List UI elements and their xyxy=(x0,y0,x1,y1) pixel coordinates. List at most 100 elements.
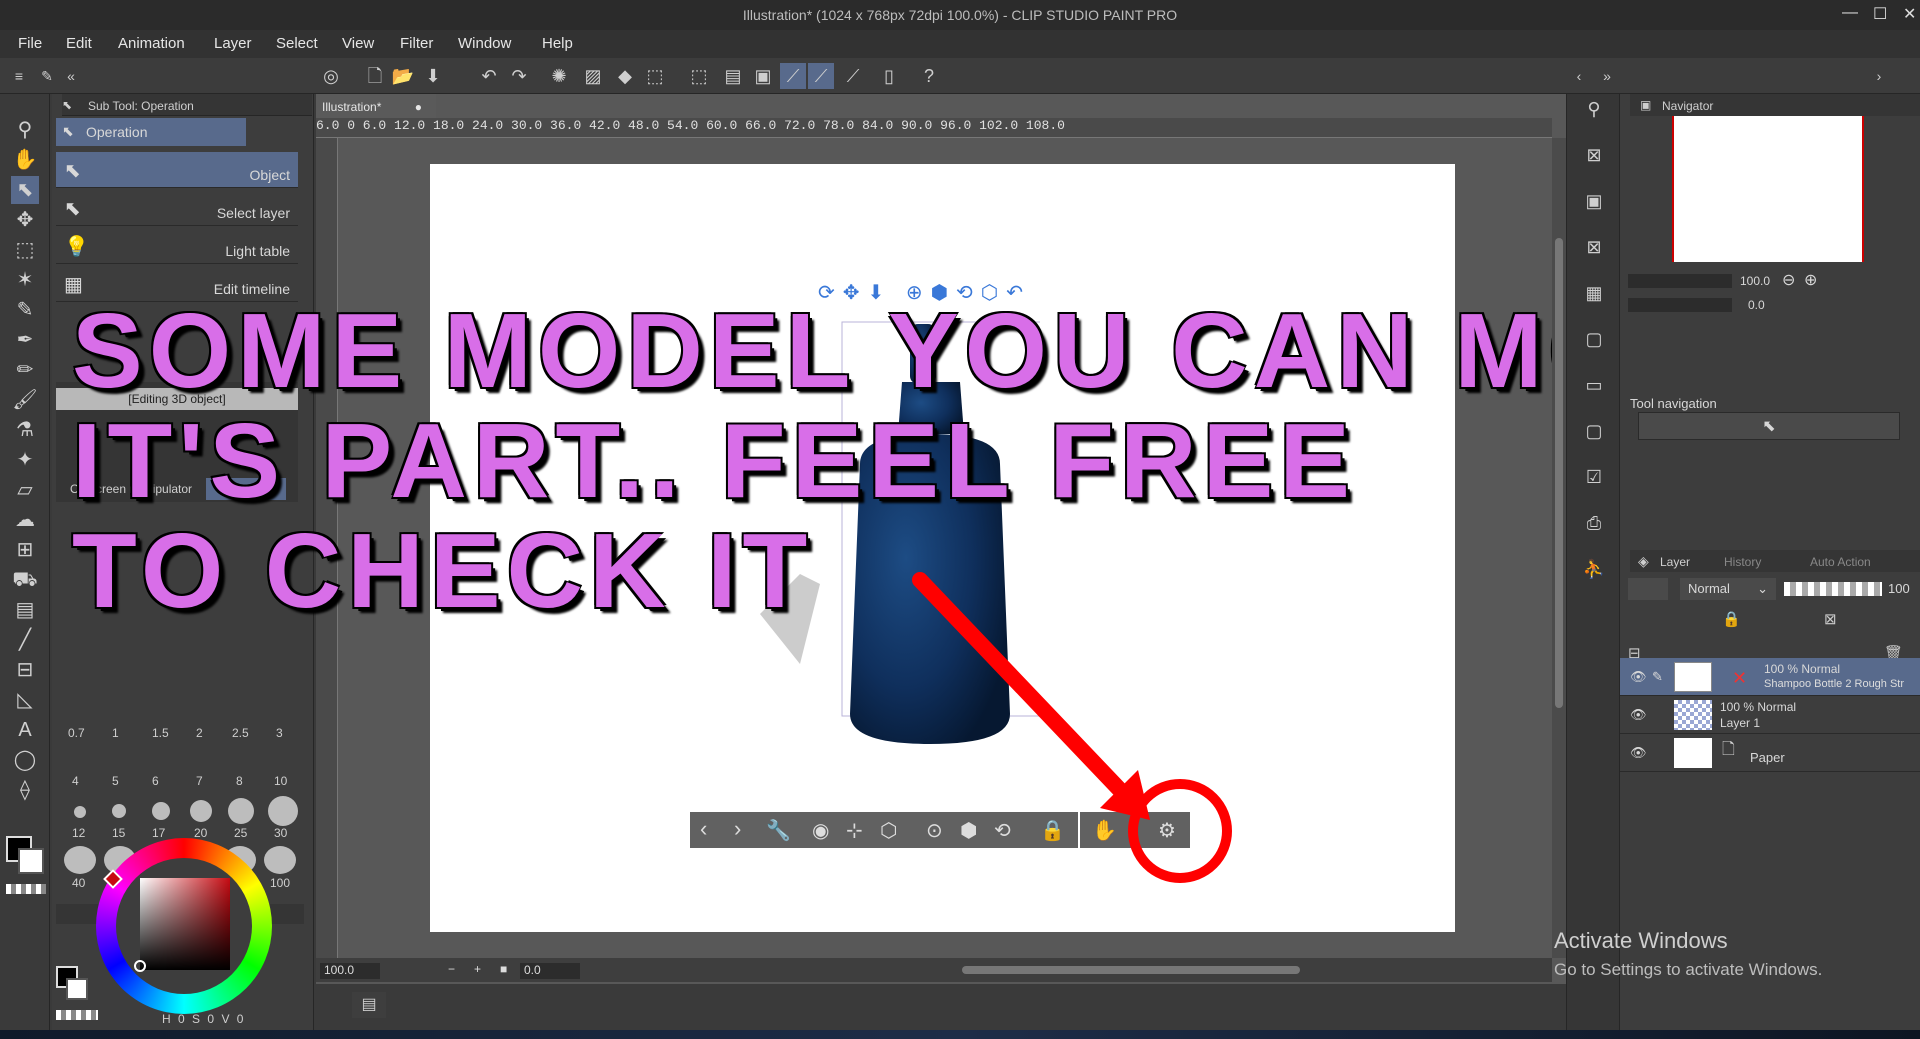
brush-size-15[interactable]: 15 xyxy=(112,826,125,840)
navigator-zoom-in-icon[interactable]: ⊕ xyxy=(1804,270,1817,290)
saturation-handle[interactable] xyxy=(134,960,146,972)
blend-mode-select[interactable]: Normal ⌄ xyxy=(1680,578,1776,600)
navigator-zoom-slider[interactable] xyxy=(1628,274,1732,288)
layer-row-3d[interactable]: 👁 ✎ ✕ 100 % Normal Shampoo Bottle 2 Roug… xyxy=(1620,658,1920,696)
transparent-color-icon[interactable] xyxy=(6,884,46,894)
snap-special-ruler-icon[interactable]: ⟋ xyxy=(808,63,834,89)
dock-material-icon[interactable]: ⊠ xyxy=(1579,140,1609,170)
brush-size-2[interactable]: 2 xyxy=(196,726,203,740)
eye-icon[interactable]: 👁 xyxy=(1630,669,1647,685)
dock-figure-icon[interactable]: ⛹ xyxy=(1579,554,1609,584)
zoom-tool-icon[interactable]: ⚲ xyxy=(11,116,39,144)
airbrush-icon[interactable]: ⚗ xyxy=(11,416,39,444)
opacity-slider[interactable] xyxy=(1784,582,1882,596)
save-icon[interactable]: ⬇ xyxy=(420,63,446,89)
camera-icon[interactable]: ◉ xyxy=(812,818,829,843)
arrow-left-icon[interactable]: ‹ xyxy=(1566,63,1592,89)
navigator-preview[interactable] xyxy=(1672,116,1864,262)
show-selection-icon[interactable]: ▣ xyxy=(750,63,776,89)
decoration-icon[interactable]: ✦ xyxy=(11,446,39,474)
arrow-right-icon[interactable]: › xyxy=(1866,63,1892,89)
transform-icon[interactable]: ⬚ xyxy=(642,63,668,89)
menu-edit[interactable]: Edit xyxy=(66,35,92,52)
subtool-item-object[interactable]: ⬉ Object xyxy=(56,152,298,188)
invert-select-icon[interactable]: ▤ xyxy=(720,63,746,89)
next-icon[interactable]: › xyxy=(734,816,741,842)
tab-history[interactable]: History xyxy=(1724,555,1761,569)
device-icon[interactable]: ▯ xyxy=(876,63,902,89)
hand-tool-icon[interactable]: ✋ xyxy=(11,146,39,174)
ground-icon[interactable]: ⬡ xyxy=(880,818,897,843)
close-button[interactable]: ✕ xyxy=(1903,4,1916,24)
dock-grid-icon[interactable]: ▦ xyxy=(1579,278,1609,308)
subtool-group-operation[interactable]: ⬉ Operation xyxy=(56,118,246,146)
fit-icon[interactable]: ⊹ xyxy=(846,818,863,843)
auto-select-icon[interactable]: ✶ xyxy=(11,266,39,294)
zoom-in-icon[interactable]: + xyxy=(474,962,481,976)
brush-size-100[interactable]: 100 xyxy=(270,876,290,890)
tool-navigation-button[interactable]: ⬉ xyxy=(1638,412,1900,440)
redo-icon[interactable]: ↷ xyxy=(506,63,532,89)
move-tool-icon[interactable]: ✥ xyxy=(11,206,39,234)
dock-info-icon[interactable]: ▭ xyxy=(1579,370,1609,400)
zoom-out-icon[interactable]: − xyxy=(448,962,455,976)
color-picker-square[interactable] xyxy=(140,878,230,970)
fill-icon[interactable]: ◆ xyxy=(612,63,638,89)
brush-size-2.5[interactable]: 2.5 xyxy=(232,726,249,740)
pen-tool-icon[interactable]: ✒ xyxy=(11,326,39,354)
selection-tool-icon[interactable]: ⬚ xyxy=(11,236,39,264)
open-file-icon[interactable]: 📂 xyxy=(390,63,416,89)
dock-layer-search-icon[interactable]: ▢ xyxy=(1579,416,1609,446)
brush-size-5[interactable]: 5 xyxy=(112,774,119,788)
canvas-h-scrollbar[interactable] xyxy=(962,966,1300,974)
brush-size-30[interactable]: 30 xyxy=(274,826,287,840)
dock-search-icon[interactable]: ⚲ xyxy=(1579,94,1609,124)
tab-auto-action[interactable]: Auto Action xyxy=(1810,555,1871,569)
stop-icon[interactable]: ■ xyxy=(500,962,507,976)
menu-help[interactable]: Help xyxy=(542,35,573,52)
sub-color-swatch[interactable] xyxy=(18,848,44,874)
dock-edit-icon[interactable]: ☑ xyxy=(1579,462,1609,492)
tab-illustration[interactable]: Illustration* ● xyxy=(316,94,436,118)
brush-size-7[interactable]: 7 xyxy=(196,774,203,788)
eye-icon[interactable]: 👁 xyxy=(1630,707,1647,723)
new-file-icon[interactable]: 🗋 xyxy=(362,63,388,89)
pen-icon[interactable]: ✎ xyxy=(34,63,60,89)
menu-view[interactable]: View xyxy=(342,35,374,52)
eraser-icon[interactable]: ▱ xyxy=(11,476,39,504)
collapse-icon[interactable]: ≡ xyxy=(6,63,32,89)
menu-filter[interactable]: Filter xyxy=(400,35,433,52)
deselect-icon[interactable]: ⬚ xyxy=(686,63,712,89)
subtool-item-select-layer[interactable]: ⬉ Select layer xyxy=(56,190,298,226)
clip-studio-icon[interactable]: ◎ xyxy=(318,63,344,89)
tab-layer[interactable]: Layer xyxy=(1660,555,1690,569)
menu-window[interactable]: Window xyxy=(458,35,511,52)
dock-close-icon[interactable]: ⊠ xyxy=(1579,232,1609,262)
collapse-right-icon[interactable]: » xyxy=(1594,63,1620,89)
brush-size-25[interactable]: 25 xyxy=(234,826,247,840)
zoom-field[interactable]: 100.0 xyxy=(320,963,380,979)
brush-size-10[interactable]: 10 xyxy=(274,774,287,788)
loading-icon[interactable]: ✺ xyxy=(546,63,572,89)
fill-tool-icon[interactable]: ⛟ xyxy=(11,566,39,594)
line-icon[interactable]: ╱ xyxy=(11,626,39,654)
collapse-left-icon[interactable]: « xyxy=(58,63,84,89)
restore-button[interactable]: ☐ xyxy=(1873,4,1887,24)
menu-select[interactable]: Select xyxy=(276,35,318,52)
brush-size-1[interactable]: 1 xyxy=(112,726,119,740)
brush-size-4[interactable]: 4 xyxy=(72,774,79,788)
help-icon[interactable]: ? xyxy=(916,63,942,89)
snap-ruler-icon[interactable]: ⟋ xyxy=(780,63,806,89)
layer-mask-icon[interactable]: ⊠ xyxy=(1824,610,1837,628)
clear-icon[interactable]: ▨ xyxy=(580,63,606,89)
minimize-button[interactable]: — xyxy=(1842,4,1858,22)
menu-file[interactable]: File xyxy=(18,35,42,52)
figure-icon[interactable]: ⊞ xyxy=(11,536,39,564)
correct-line-icon[interactable]: ⟠ xyxy=(11,776,39,804)
gradient-icon[interactable]: ▤ xyxy=(11,596,39,624)
pencil-tool-icon[interactable]: ✏ xyxy=(11,356,39,384)
canvas-v-scrollbar[interactable] xyxy=(1552,138,1566,958)
ruler-icon[interactable]: ◺ xyxy=(11,686,39,714)
snap-grid-icon[interactable]: ⟋ xyxy=(840,63,866,89)
dock-subview-icon[interactable]: ▢ xyxy=(1579,324,1609,354)
